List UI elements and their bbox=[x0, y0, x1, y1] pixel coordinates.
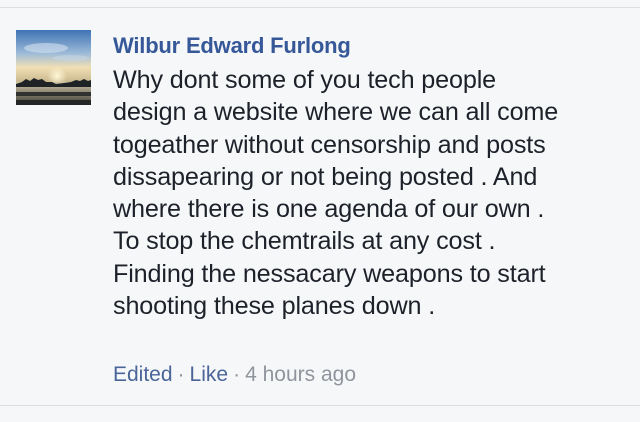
comment-block: Wilbur Edward Furlong Why dont some of y… bbox=[113, 31, 628, 322]
top-divider bbox=[0, 7, 640, 8]
avatar[interactable] bbox=[16, 30, 91, 105]
bottom-divider bbox=[0, 405, 640, 406]
avatar-photo bbox=[16, 30, 91, 105]
edited-link[interactable]: Edited bbox=[113, 363, 173, 386]
separator-dot: · bbox=[233, 363, 241, 386]
comment-text: Why dont some of you tech people design … bbox=[113, 66, 559, 321]
separator-dot: · bbox=[177, 363, 185, 386]
like-button[interactable]: Like bbox=[190, 363, 229, 386]
comment-author-name[interactable]: Wilbur Edward Furlong bbox=[113, 31, 628, 61]
comment-timestamp[interactable]: 4 hours ago bbox=[245, 363, 356, 386]
comment-actions: Edited · Like · 4 hours ago bbox=[113, 361, 356, 389]
